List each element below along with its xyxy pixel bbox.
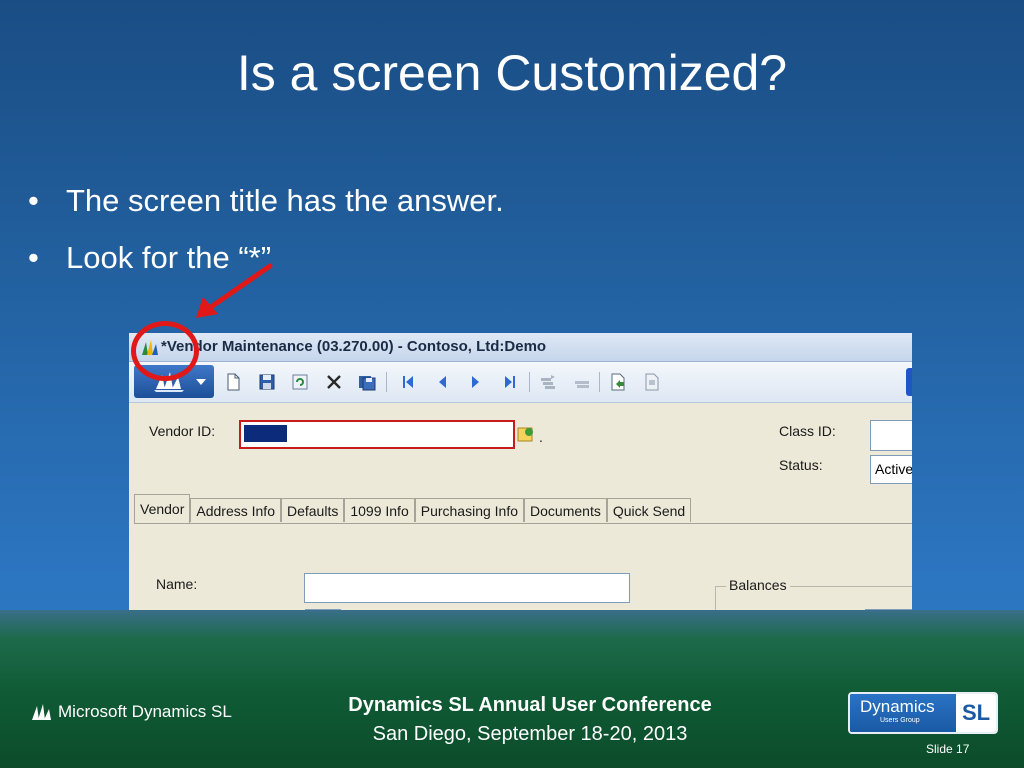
delete-icon[interactable] xyxy=(325,373,343,391)
balances-label: Balances xyxy=(726,577,790,593)
toolbar-separator xyxy=(386,372,387,392)
window-title-bar: *Vendor Maintenance (03.270.00) - Contos… xyxy=(129,333,912,362)
brand-name: Microsoft Dynamics SL xyxy=(58,702,232,721)
window-title: *Vendor Maintenance (03.270.00) - Contos… xyxy=(161,338,547,355)
slide-number: Slide 17 xyxy=(926,742,970,756)
toolbar-right-button[interactable] xyxy=(906,368,912,396)
save-all-icon[interactable] xyxy=(358,373,376,391)
conference-info: Dynamics SL Annual User Conference San D… xyxy=(300,694,760,746)
class-id-label: Class ID: xyxy=(779,423,836,439)
export-icon[interactable] xyxy=(609,373,627,391)
name-label: Name: xyxy=(156,576,198,592)
tab-purchasing-info[interactable]: Purchasing Info xyxy=(414,498,525,522)
conference-name: Dynamics SL Annual User Conference xyxy=(348,694,712,716)
vendor-maintenance-window: *Vendor Maintenance (03.270.00) - Contos… xyxy=(129,333,912,619)
badge-left: Dynamics Users Group xyxy=(850,694,956,732)
dynamics-logo-icon xyxy=(30,703,52,721)
last-record-icon[interactable] xyxy=(501,373,519,391)
toolbar xyxy=(129,362,912,403)
tab-strip: Vendor Address Info Defaults 1099 Info P… xyxy=(134,494,692,524)
footer: Microsoft Dynamics SL Dynamics SL Annual… xyxy=(0,610,1024,768)
microsoft-dynamics-logo: Microsoft Dynamics SL xyxy=(30,702,232,722)
previous-record-icon[interactable] xyxy=(433,373,451,391)
next-record-icon[interactable] xyxy=(467,373,485,391)
insert-icon[interactable] xyxy=(539,373,557,391)
vendor-id-selection xyxy=(244,425,287,442)
tab-defaults[interactable]: Defaults xyxy=(280,498,345,522)
vendor-id-dot: . xyxy=(539,429,543,445)
toolbar-separator xyxy=(599,372,600,392)
vendor-id-label: Vendor ID: xyxy=(149,423,216,439)
copy-icon[interactable] xyxy=(573,373,591,391)
dynamics-sl-users-group-badge: Dynamics Users Group SL xyxy=(848,692,998,734)
status-select[interactable]: Active xyxy=(870,455,912,484)
badge-main-text: Dynamics xyxy=(860,697,935,716)
highlight-circle xyxy=(131,321,199,381)
save-icon[interactable] xyxy=(258,373,276,391)
tab-documents[interactable]: Documents xyxy=(524,498,607,522)
tab-baseline xyxy=(134,523,912,524)
class-id-input[interactable] xyxy=(870,420,912,451)
toolbar-separator xyxy=(529,372,530,392)
badge-sl: SL xyxy=(956,694,996,732)
bullet-item: Look for the “*” xyxy=(28,235,504,292)
badge-sub-text: Users Group xyxy=(880,717,920,724)
bullet-list: The screen title has the answer. Look fo… xyxy=(28,178,504,292)
name-input[interactable] xyxy=(304,573,630,603)
conference-location-date: San Diego, September 18-20, 2013 xyxy=(372,723,688,745)
first-record-icon[interactable] xyxy=(399,373,417,391)
tab-vendor[interactable]: Vendor xyxy=(134,494,191,524)
vendor-id-input[interactable] xyxy=(239,420,515,449)
slide-title: Is a screen Customized? xyxy=(236,45,788,101)
slide: Is a screen Customized? The screen title… xyxy=(0,0,1024,768)
new-icon[interactable] xyxy=(224,373,242,391)
refresh-icon[interactable] xyxy=(291,373,309,391)
lookup-icon[interactable] xyxy=(517,424,537,444)
import-icon[interactable] xyxy=(643,373,661,391)
status-label: Status: xyxy=(779,457,823,473)
bullet-item: The screen title has the answer. xyxy=(28,178,504,235)
tab-address-info[interactable]: Address Info xyxy=(190,498,281,522)
tab-quick-send[interactable]: Quick Send xyxy=(606,498,692,522)
tab-1099-info[interactable]: 1099 Info xyxy=(344,498,415,522)
